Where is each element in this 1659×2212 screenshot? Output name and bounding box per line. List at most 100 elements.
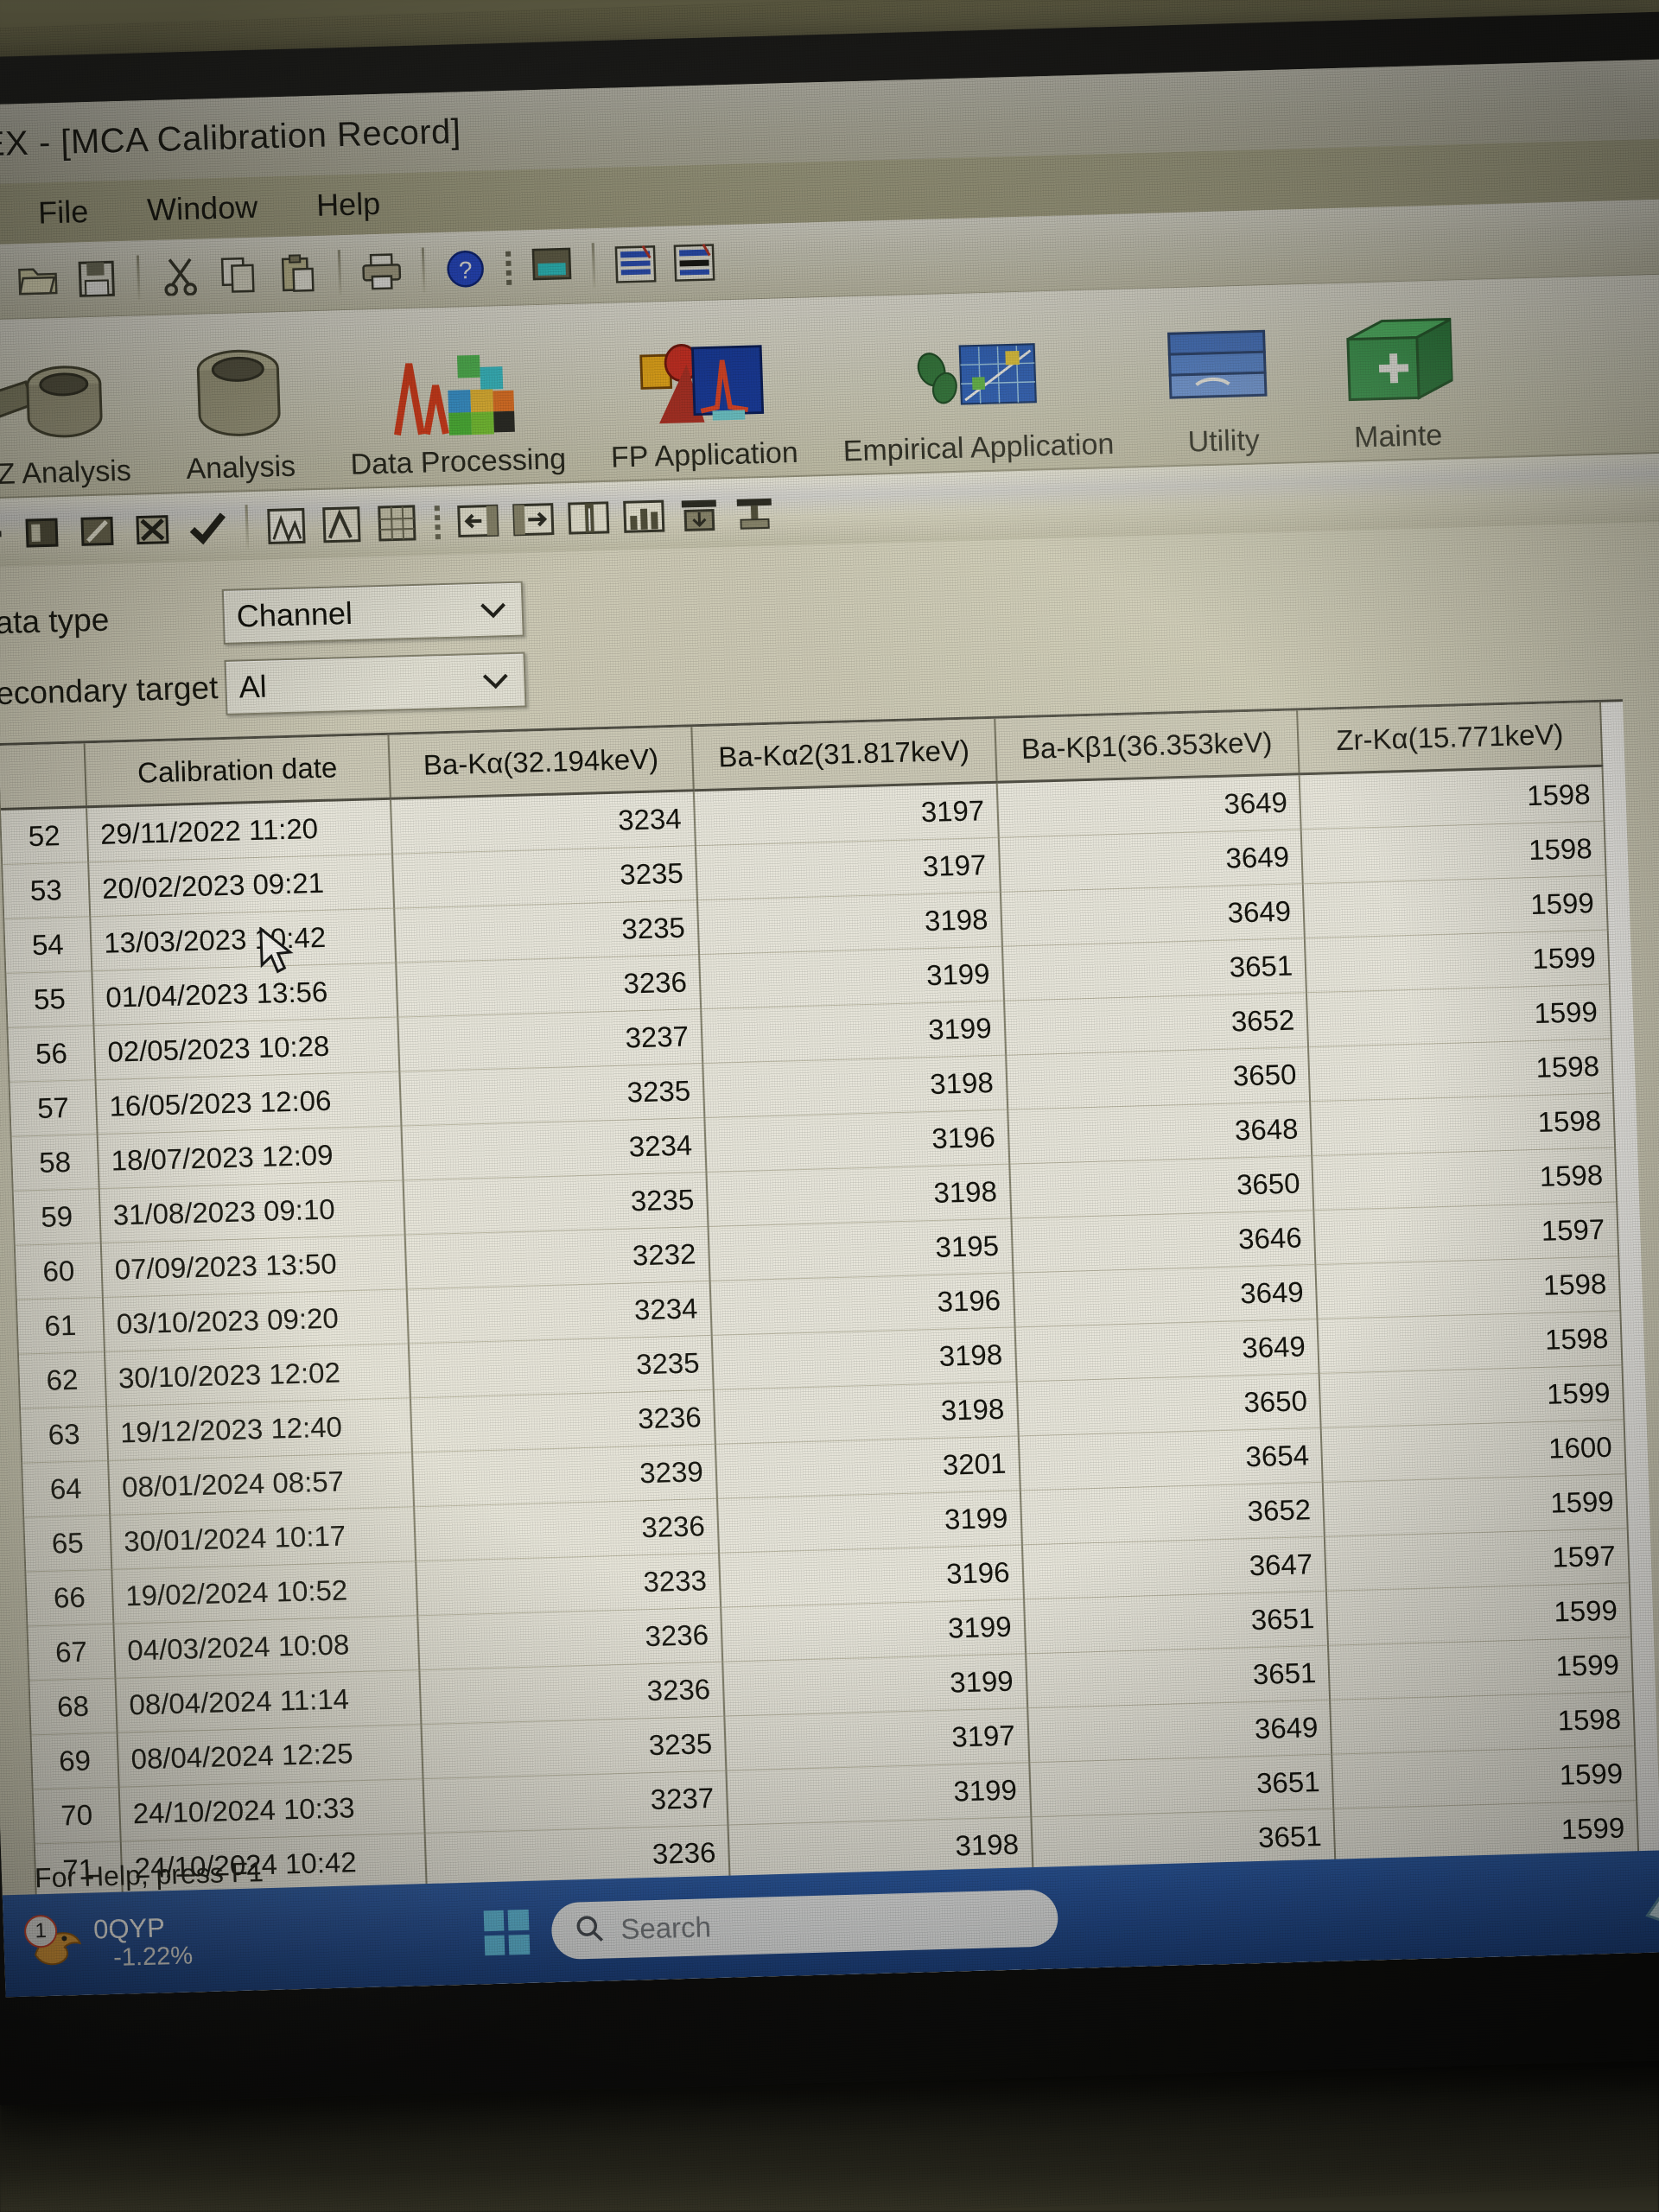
cell-row-number[interactable]: 56 bbox=[8, 1025, 96, 1083]
cell-zr-ka[interactable]: 1599 bbox=[1319, 1364, 1624, 1428]
cell-row-number[interactable]: 60 bbox=[15, 1243, 103, 1300]
menu-help[interactable]: Help bbox=[307, 184, 390, 226]
cell-ba-kb1[interactable]: 3651 bbox=[1023, 1591, 1329, 1654]
open-folder-icon[interactable] bbox=[12, 255, 64, 307]
chart-peak-icon[interactable] bbox=[261, 501, 311, 550]
taskbar-search[interactable]: Search bbox=[550, 1889, 1059, 1961]
cell-calibration-date[interactable]: 30/10/2023 12:02 bbox=[104, 1343, 410, 1407]
confirm-check-icon[interactable] bbox=[182, 504, 232, 553]
cell-ba-ka2[interactable]: 3197 bbox=[693, 782, 999, 846]
cell-zr-ka[interactable]: 1599 bbox=[1328, 1637, 1633, 1700]
cell-ba-kb1[interactable]: 3649 bbox=[1027, 1700, 1332, 1763]
cell-ba-ka2[interactable]: 3198 bbox=[711, 1326, 1017, 1390]
cell-ba-kb1[interactable]: 3649 bbox=[996, 773, 1301, 838]
menu-file[interactable]: File bbox=[29, 192, 98, 233]
cell-row-number[interactable]: 63 bbox=[21, 1406, 109, 1464]
cell-calibration-date[interactable]: 19/12/2023 12:40 bbox=[106, 1397, 413, 1461]
grid-header-ba-ka2[interactable]: Ba-Kα2(31.817keV) bbox=[691, 718, 997, 791]
windows-logo-icon[interactable] bbox=[483, 1909, 531, 1956]
cell-ba-ka2[interactable]: 3199 bbox=[720, 1599, 1026, 1662]
ribbon-item-data-processing[interactable]: Data Processing bbox=[323, 299, 589, 488]
cell-zr-ka[interactable]: 1598 bbox=[1310, 1093, 1616, 1156]
cell-ba-ka[interactable]: 3236 bbox=[417, 1607, 722, 1670]
cell-ba-ka[interactable]: 3233 bbox=[416, 1553, 721, 1616]
cell-calibration-date[interactable]: 16/05/2023 12:06 bbox=[95, 1071, 402, 1135]
cell-calibration-date[interactable]: 08/04/2024 11:14 bbox=[115, 1669, 422, 1733]
cell-ba-ka2[interactable]: 3197 bbox=[695, 837, 1001, 900]
cell-row-number[interactable]: 53 bbox=[3, 861, 91, 919]
cell-calibration-date[interactable]: 03/10/2023 09:20 bbox=[102, 1288, 409, 1352]
help-question-icon[interactable]: ? bbox=[440, 243, 492, 295]
cell-calibration-date[interactable]: 31/08/2023 09:10 bbox=[99, 1180, 405, 1243]
cell-zr-ka[interactable]: 1599 bbox=[1306, 984, 1611, 1047]
cell-zr-ka[interactable]: 1598 bbox=[1299, 766, 1605, 830]
print-icon[interactable] bbox=[356, 245, 408, 297]
cell-ba-ka[interactable]: 3237 bbox=[423, 1770, 728, 1834]
data-type-select[interactable]: Channel bbox=[221, 581, 524, 645]
cell-row-number[interactable]: 65 bbox=[24, 1515, 112, 1573]
cell-zr-ka[interactable]: 1599 bbox=[1326, 1582, 1631, 1646]
cell-ba-ka[interactable]: 3234 bbox=[406, 1281, 712, 1344]
cell-ba-ka[interactable]: 3235 bbox=[408, 1335, 714, 1398]
cell-zr-ka[interactable]: 1598 bbox=[1315, 1256, 1621, 1319]
cell-ba-ka2[interactable]: 3198 bbox=[713, 1381, 1019, 1445]
cell-row-number[interactable]: 67 bbox=[28, 1624, 116, 1681]
cell-calibration-date[interactable]: 07/09/2023 13:50 bbox=[100, 1235, 407, 1298]
cell-ba-kb1[interactable]: 3651 bbox=[1025, 1645, 1331, 1708]
cell-row-number[interactable]: 54 bbox=[4, 916, 92, 974]
cell-ba-kb1[interactable]: 3648 bbox=[1007, 1101, 1313, 1165]
cell-ba-ka2[interactable]: 3199 bbox=[726, 1762, 1031, 1826]
cell-ba-ka[interactable]: 3235 bbox=[403, 1172, 709, 1236]
cell-calibration-date[interactable]: 24/10/2024 10:33 bbox=[118, 1778, 425, 1842]
taskbar-weather-widget[interactable]: 1 0QYP -1.22% bbox=[3, 1911, 194, 1976]
cell-ba-kb1[interactable]: 3650 bbox=[1016, 1373, 1321, 1436]
cell-ba-ka2[interactable]: 3196 bbox=[718, 1544, 1024, 1608]
cell-zr-ka[interactable]: 1598 bbox=[1308, 1039, 1613, 1102]
cell-row-number[interactable]: 62 bbox=[18, 1351, 107, 1409]
table-bar-icon[interactable] bbox=[619, 492, 669, 541]
ribbon-item-utility[interactable]: Utility bbox=[1131, 279, 1312, 466]
cell-row-number[interactable]: 70 bbox=[33, 1787, 121, 1844]
cell-ba-ka2[interactable]: 3199 bbox=[716, 1490, 1022, 1554]
fill-square-icon[interactable] bbox=[17, 508, 67, 557]
cell-ba-ka[interactable]: 3236 bbox=[414, 1498, 719, 1561]
cell-row-number[interactable]: 55 bbox=[6, 970, 94, 1028]
menu-window[interactable]: Window bbox=[137, 187, 267, 230]
cell-ba-kb1[interactable]: 3647 bbox=[1021, 1536, 1327, 1599]
cell-zr-ka[interactable]: 1597 bbox=[1325, 1528, 1630, 1592]
grid-header-calibration-date[interactable]: Calibration date bbox=[84, 734, 391, 807]
cell-ba-ka2[interactable]: 3196 bbox=[704, 1109, 1009, 1173]
table-right-icon[interactable] bbox=[508, 494, 558, 543]
cell-calibration-date[interactable]: 20/02/2023 09:21 bbox=[88, 854, 395, 917]
cell-ba-kb1[interactable]: 3649 bbox=[998, 829, 1304, 893]
cell-zr-ka[interactable]: 1599 bbox=[1303, 875, 1608, 938]
cell-ba-ka[interactable]: 3239 bbox=[412, 1444, 717, 1507]
cell-ba-kb1[interactable]: 3649 bbox=[1000, 883, 1306, 947]
save-disk-icon[interactable] bbox=[71, 253, 123, 305]
cell-ba-kb1[interactable]: 3652 bbox=[1003, 992, 1309, 1056]
cell-calibration-date[interactable]: 02/05/2023 10:28 bbox=[93, 1017, 400, 1080]
cell-ba-kb1[interactable]: 3650 bbox=[1008, 1155, 1314, 1219]
cell-ba-ka2[interactable]: 3195 bbox=[708, 1218, 1013, 1281]
cell-ba-kb1[interactable]: 3650 bbox=[1005, 1046, 1311, 1110]
cell-ba-kb1[interactable]: 3649 bbox=[1012, 1264, 1318, 1327]
cell-ba-ka[interactable]: 3234 bbox=[390, 790, 696, 855]
cell-calibration-date[interactable]: 29/11/2022 11:20 bbox=[86, 798, 393, 862]
toolbar-grip[interactable] bbox=[499, 251, 518, 285]
cell-row-number[interactable]: 57 bbox=[10, 1079, 98, 1137]
cell-zr-ka[interactable]: 1598 bbox=[1300, 821, 1606, 884]
cell-ba-ka2[interactable]: 3199 bbox=[698, 946, 1004, 1009]
cell-calibration-date[interactable]: 08/01/2024 08:57 bbox=[108, 1452, 415, 1516]
secondary-target-select[interactable]: Al bbox=[224, 652, 527, 715]
cell-row-number[interactable]: 66 bbox=[26, 1569, 114, 1626]
cut-scissors-icon[interactable] bbox=[155, 251, 207, 302]
cell-ba-kb1[interactable]: 3649 bbox=[1014, 1319, 1319, 1382]
grid-header-zr-ka[interactable]: Zr-Kα(15.771keV) bbox=[1297, 702, 1603, 774]
cell-ba-ka[interactable]: 3236 bbox=[396, 954, 701, 1018]
cell-ba-ka2[interactable]: 3198 bbox=[696, 892, 1002, 955]
table-left-icon[interactable] bbox=[453, 496, 503, 545]
cell-row-number[interactable]: 64 bbox=[22, 1460, 111, 1518]
cell-ba-ka[interactable]: 3232 bbox=[404, 1226, 710, 1289]
cell-zr-ka[interactable]: 1597 bbox=[1313, 1202, 1619, 1265]
record-toolbar-grip[interactable] bbox=[428, 505, 448, 539]
